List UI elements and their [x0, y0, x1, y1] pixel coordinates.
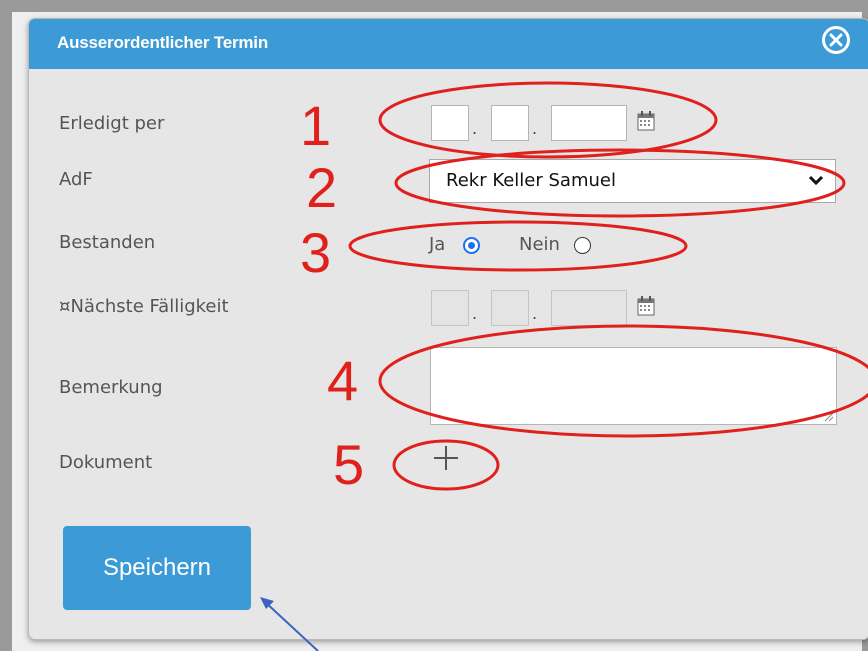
annotation-ellipse-5: [392, 439, 500, 491]
annotation-number-4: 4: [327, 349, 358, 412]
annotation-number-1: 1: [300, 94, 331, 157]
annotation-arrow: [260, 597, 319, 651]
annotation-number-2: 2: [306, 156, 337, 219]
annotation-number-5: 5: [333, 433, 364, 496]
annotation-overlay: 1 2 3 4 5: [260, 81, 868, 651]
annotation-ellipse-4: [378, 324, 868, 438]
annotation-ellipse-3: [348, 220, 688, 272]
annotation-ellipse-2: [394, 148, 846, 218]
annotation-number-3: 3: [300, 221, 331, 284]
annotation-ellipse-1: [378, 81, 718, 159]
